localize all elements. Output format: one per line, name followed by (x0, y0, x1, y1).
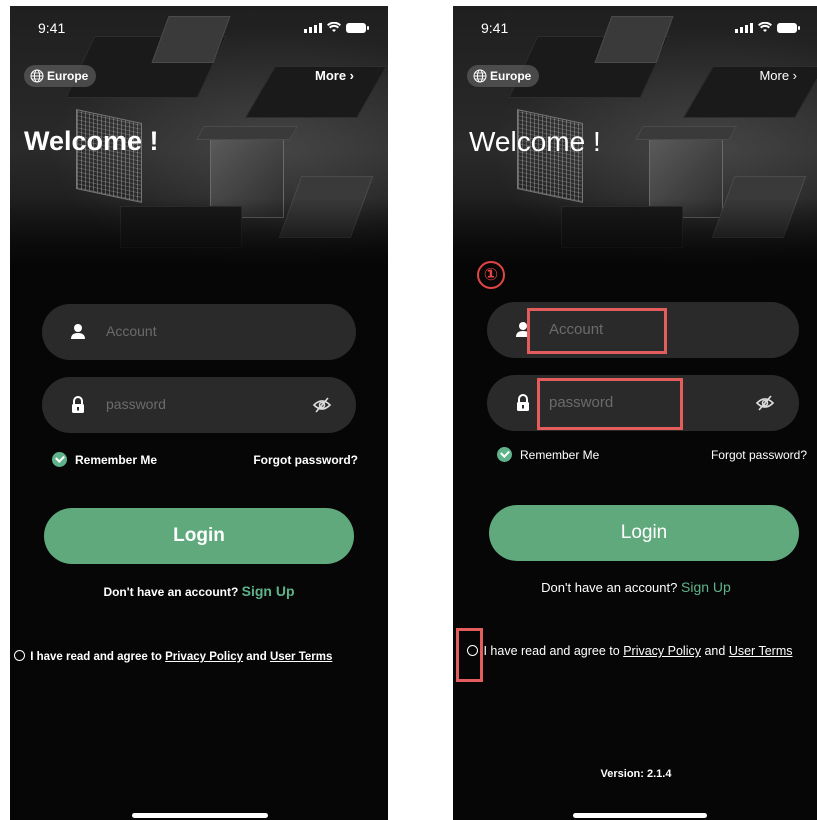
forgot-password-link[interactable]: Forgot password? (253, 453, 358, 467)
version-label: Version: 2.1.4 (600, 768, 672, 780)
and-text: and (704, 644, 726, 658)
no-account-text: Don't have an account? (103, 585, 239, 599)
check-circle-icon (52, 452, 67, 467)
check-circle-icon (497, 447, 512, 462)
account-input[interactable]: Account (106, 323, 157, 339)
password-highlight-box (537, 378, 683, 430)
login-screen-left: 9:41 Europe More › Welcome ! Account pas… (10, 6, 388, 820)
account-field[interactable]: Account (42, 304, 356, 360)
status-time: 9:41 (38, 20, 66, 36)
remember-me-label: Remember Me (520, 447, 600, 462)
password-field[interactable]: password (42, 377, 356, 433)
step-marker: ① (477, 261, 505, 289)
signal-icon (735, 23, 753, 33)
sign-up-link[interactable]: Sign Up (681, 579, 731, 595)
signup-prompt: Don't have an account? Sign Up (10, 583, 388, 599)
remember-me-toggle[interactable]: Remember Me (52, 452, 157, 467)
remember-me-toggle[interactable]: Remember Me (497, 447, 599, 462)
battery-icon (346, 23, 369, 33)
wifi-icon (327, 22, 341, 32)
globe-icon (473, 69, 487, 83)
terms-agreement: I have read and agree to Privacy Policy … (14, 650, 384, 665)
user-terms-link[interactable]: User Terms (270, 651, 332, 663)
welcome-title: Welcome ! (24, 126, 159, 156)
radio-icon[interactable] (14, 650, 25, 661)
welcome-title: Welcome ! (469, 126, 601, 157)
lock-icon (72, 396, 84, 413)
status-bar: 9:41 (453, 20, 817, 40)
status-bar: 9:41 (10, 20, 388, 40)
status-time: 9:41 (481, 20, 509, 36)
wifi-icon (758, 22, 772, 32)
eye-off-icon[interactable] (755, 393, 775, 413)
agree-text: I have read and agree to (30, 651, 162, 663)
privacy-policy-link[interactable]: Privacy Policy (623, 644, 701, 658)
home-indicator (132, 813, 268, 818)
region-label: Europe (490, 69, 532, 83)
battery-icon (777, 23, 800, 33)
radio-highlight-box (456, 628, 483, 682)
more-link[interactable]: More › (759, 68, 797, 83)
more-link[interactable]: More › (315, 68, 354, 83)
region-label: Europe (47, 69, 89, 83)
signup-prompt: Don't have an account? Sign Up (453, 579, 817, 595)
account-highlight-box (527, 308, 667, 354)
region-selector[interactable]: Europe (467, 65, 540, 87)
user-terms-link[interactable]: User Terms (729, 644, 793, 658)
login-screen-right: 9:41 Europe More › Welcome ! ① Account p… (453, 6, 817, 820)
privacy-policy-link[interactable]: Privacy Policy (165, 651, 243, 663)
password-input[interactable]: password (106, 396, 166, 412)
globe-icon (30, 69, 44, 83)
no-account-text: Don't have an account? (541, 580, 678, 595)
home-indicator (573, 813, 707, 818)
region-selector[interactable]: Europe (24, 65, 97, 87)
forgot-password-link[interactable]: Forgot password? (711, 448, 807, 462)
remember-me-label: Remember Me (75, 452, 158, 467)
login-button[interactable]: Login (44, 508, 354, 564)
agree-text: I have read and agree to (483, 644, 620, 658)
eye-off-icon[interactable] (312, 395, 332, 415)
user-icon (71, 324, 85, 339)
sign-up-link[interactable]: Sign Up (242, 583, 295, 599)
lock-icon (517, 394, 529, 411)
signal-icon (304, 23, 322, 33)
and-text: and (246, 651, 267, 663)
terms-agreement: I have read and agree to Privacy Policy … (467, 644, 807, 659)
login-button[interactable]: Login (489, 505, 799, 561)
